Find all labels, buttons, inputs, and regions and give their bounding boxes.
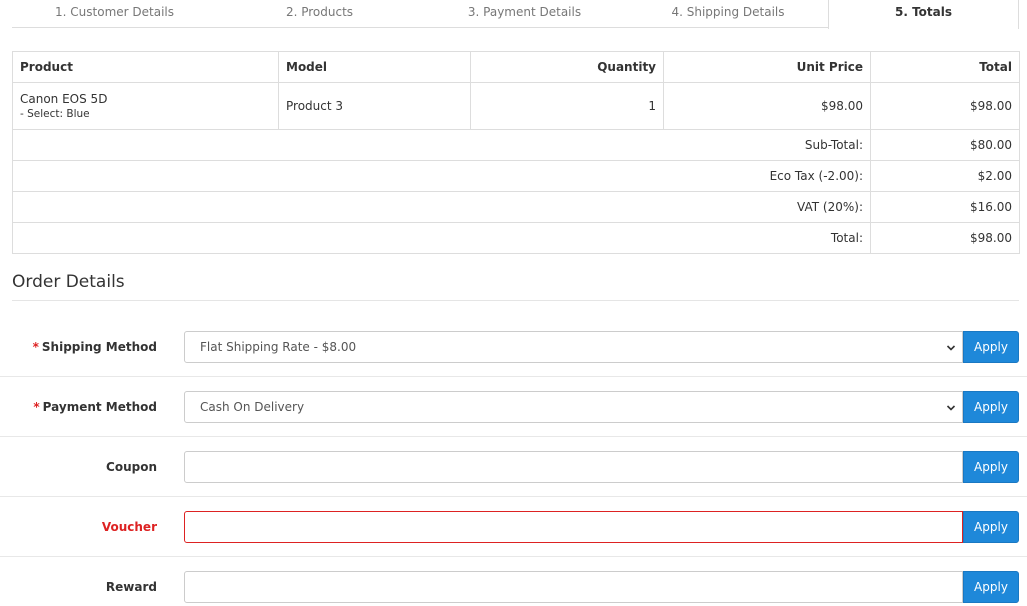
coupon-row: Coupon Apply [0,451,1027,511]
apply-reward-button[interactable]: Apply [963,571,1019,603]
reward-label: Reward [105,580,157,594]
row-divider [0,556,1027,557]
row-divider [0,436,1027,437]
products-table: Product Model Quantity Unit Price Total … [12,51,1020,254]
required-marker: * [33,400,40,414]
tab-products[interactable]: 2. Products [217,0,422,28]
shipping-method-value: Flat Shipping Rate - $8.00 [200,340,357,354]
order-details-title: Order Details [12,272,125,292]
apply-coupon-button[interactable]: Apply [963,451,1019,483]
eco-tax-label: Eco Tax (-2.00): [12,160,871,192]
header-quantity: Quantity [470,51,664,83]
shipping-method-row: * Shipping Method Flat Shipping Rate - $8… [0,331,1027,391]
header-product: Product [12,51,279,83]
apply-payment-button[interactable]: Apply [963,391,1019,423]
quantity-cell: 1 [470,82,664,130]
grand-total-row: Total: $98.00 [12,222,1020,254]
grand-total-value: $98.00 [870,222,1020,254]
model-cell: Product 3 [278,82,471,130]
table-row: Canon EOS 5D - Select: Blue Product 3 1 … [12,82,1020,130]
voucher-label: Voucher [101,520,157,534]
shipping-method-label: * Shipping Method [32,340,157,354]
tab-shipping-details[interactable]: 4. Shipping Details [627,0,829,28]
subtotal-label: Sub-Total: [12,129,871,161]
coupon-input[interactable] [184,451,963,483]
total-cell: $98.00 [870,82,1020,130]
reward-input[interactable] [184,571,963,603]
chevron-down-icon [946,405,956,411]
product-option: - Select: Blue [20,108,90,120]
apply-shipping-button[interactable]: Apply [963,331,1019,363]
required-marker: * [32,340,39,354]
vat-row: VAT (20%): $16.00 [12,191,1020,223]
header-unit-price: Unit Price [663,51,871,83]
product-name: Canon EOS 5D [20,92,108,106]
vat-label: VAT (20%): [12,191,871,223]
payment-method-value: Cash On Delivery [200,400,305,414]
payment-method-row: * Payment Method Cash On Delivery Apply [0,391,1027,451]
tab-payment-details[interactable]: 3. Payment Details [422,0,627,28]
header-model: Model [278,51,471,83]
eco-tax-row: Eco Tax (-2.00): $2.00 [12,160,1020,192]
row-divider [0,496,1027,497]
coupon-label: Coupon [106,460,157,474]
reward-row: Reward Apply [0,571,1027,606]
unit-price-cell: $98.00 [663,82,871,130]
apply-voucher-button[interactable]: Apply [963,511,1019,543]
vat-value: $16.00 [870,191,1020,223]
eco-tax-value: $2.00 [870,160,1020,192]
chevron-down-icon [946,345,956,351]
voucher-input[interactable] [184,511,963,543]
payment-method-select[interactable]: Cash On Delivery [184,391,963,423]
step-tabs: 1. Customer Details 2. Products 3. Payme… [12,0,1019,29]
shipping-method-select[interactable]: Flat Shipping Rate - $8.00 [184,331,963,363]
product-cell: Canon EOS 5D - Select: Blue [12,82,279,130]
tab-totals[interactable]: 5. Totals [828,0,1019,29]
table-header-row: Product Model Quantity Unit Price Total [12,51,1020,83]
voucher-row: Voucher Apply [0,511,1027,571]
row-divider [0,376,1027,377]
subtotal-row: Sub-Total: $80.00 [12,129,1020,161]
subtotal-value: $80.00 [870,129,1020,161]
header-total: Total [870,51,1020,83]
tab-customer-details[interactable]: 1. Customer Details [12,0,217,28]
payment-method-label: * Payment Method [33,400,157,414]
section-divider [12,300,1019,301]
grand-total-label: Total: [12,222,871,254]
